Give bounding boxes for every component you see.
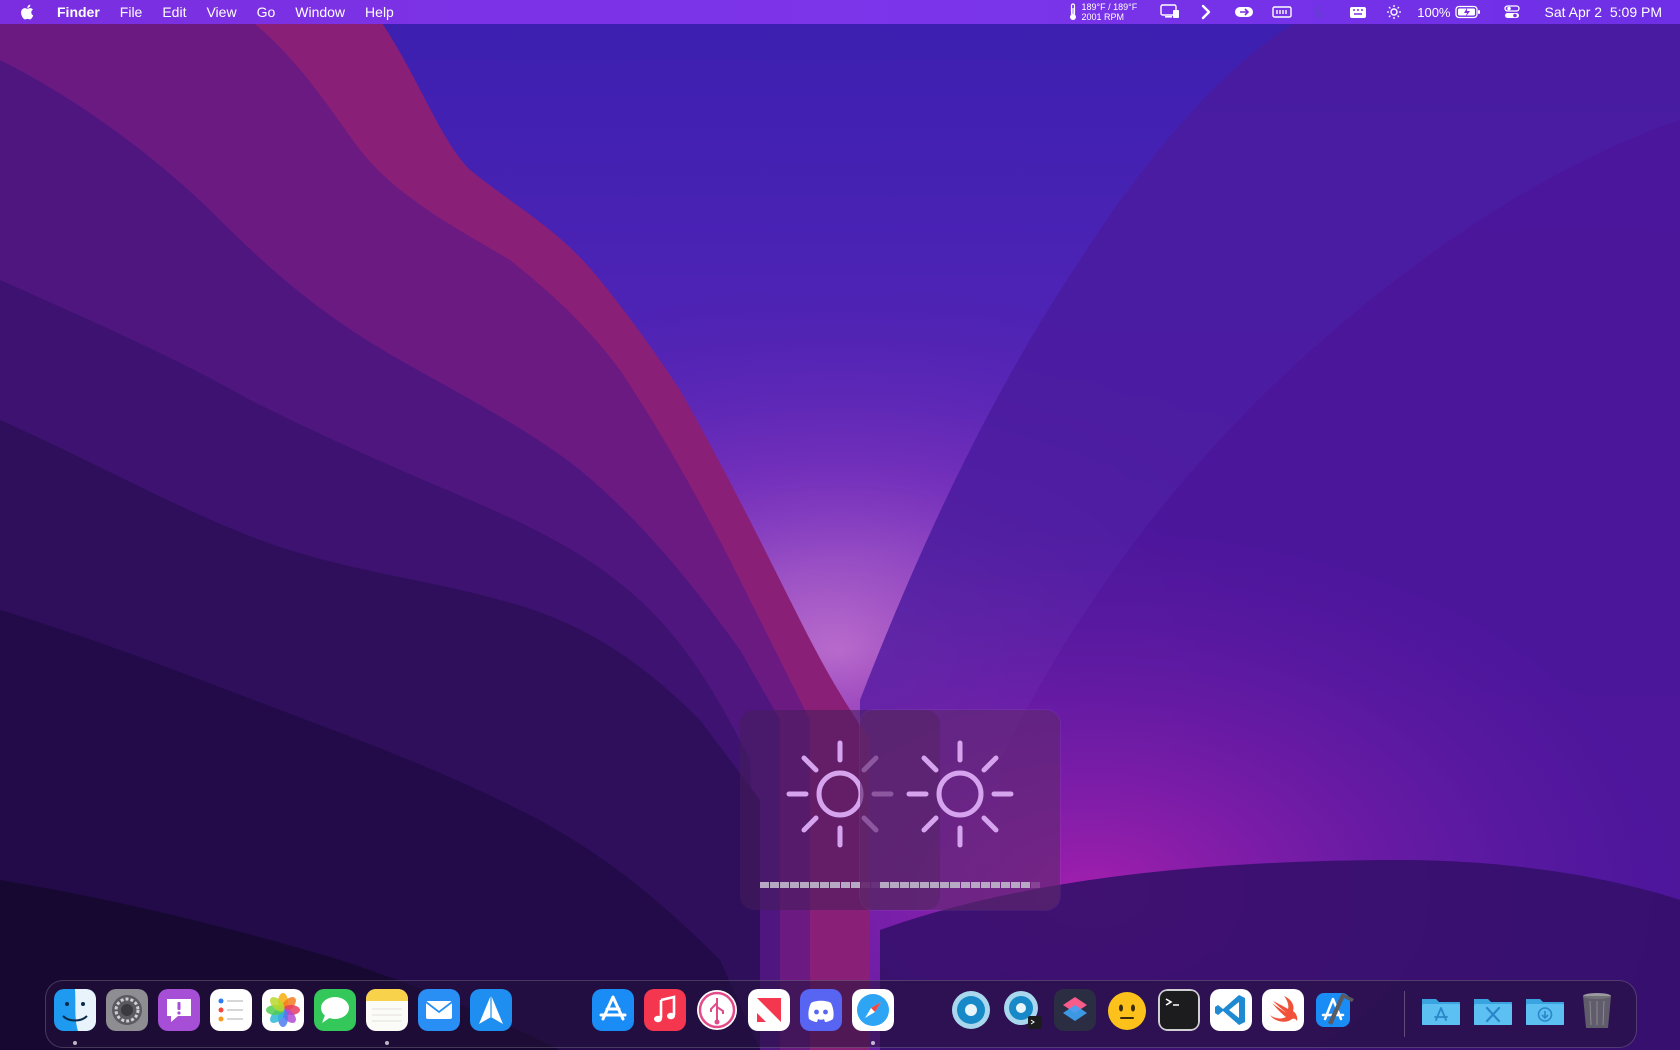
brightness-segment (790, 882, 800, 888)
keyboard-icon[interactable] (1347, 0, 1369, 24)
menu-window[interactable]: Window (285, 0, 355, 24)
mail-icon[interactable] (418, 989, 460, 1031)
brightness-segment (970, 882, 980, 888)
dock (45, 980, 1637, 1048)
app-menu-finder[interactable]: Finder (49, 0, 110, 24)
dock-separator (1404, 991, 1405, 1037)
emoji-face-icon[interactable] (1106, 989, 1148, 1031)
menu-help[interactable]: Help (355, 0, 404, 24)
brightness-segment (830, 882, 840, 888)
settings-gear-icon[interactable] (106, 989, 148, 1031)
display-icon[interactable] (1159, 0, 1181, 24)
feedback-icon[interactable] (158, 989, 200, 1031)
running-indicator (385, 1041, 389, 1045)
applications-folder-icon[interactable] (1420, 989, 1462, 1031)
running-indicator (73, 1041, 77, 1045)
menu-edit[interactable]: Edit (152, 0, 196, 24)
chevron-right-icon[interactable] (1197, 0, 1215, 24)
brightness-hud (860, 710, 1060, 910)
reminders-icon[interactable] (210, 989, 252, 1031)
discord-icon[interactable] (800, 989, 842, 1031)
clock-date: Sat Apr 2 (1544, 4, 1603, 20)
sun-icon (906, 740, 1014, 848)
fan-speed-text: 2001 RPM (1081, 12, 1125, 22)
notes-icon[interactable] (366, 989, 408, 1031)
paper-plane-icon[interactable] (470, 989, 512, 1031)
finder-icon[interactable] (54, 989, 96, 1031)
brightness-segment (960, 882, 970, 888)
music-icon[interactable] (644, 989, 686, 1031)
brightness-segment (940, 882, 950, 888)
brightness-segment (780, 882, 790, 888)
downloads-folder-icon[interactable] (1524, 989, 1566, 1031)
messages-icon[interactable] (314, 989, 356, 1031)
battery-icon[interactable] (1454, 0, 1482, 24)
temperature-widget[interactable]: 189°F / 189°F 2001 RPM (1068, 2, 1138, 22)
brightness-segment (980, 882, 990, 888)
running-indicator (871, 1041, 875, 1045)
brightness-segment (840, 882, 850, 888)
brightness-segment (910, 882, 920, 888)
brightness-segment (1020, 882, 1030, 888)
brightness-segment (890, 882, 900, 888)
brightness-segment (1000, 882, 1010, 888)
brightness-segment (900, 882, 910, 888)
control-center-icon[interactable] (1502, 0, 1522, 24)
compass-icon[interactable] (852, 989, 894, 1031)
vscode-icon[interactable] (1210, 989, 1252, 1031)
disk-console-icon[interactable] (1002, 989, 1044, 1031)
terminal-icon[interactable] (1158, 989, 1200, 1031)
photos-icon[interactable] (262, 989, 304, 1031)
disk-icon[interactable] (950, 989, 992, 1031)
thermometer-icon (1069, 3, 1076, 20)
menu-bar: Finder File Edit View Go Window Help 189… (0, 0, 1680, 24)
brightness-segment (850, 882, 860, 888)
cloud-sync-icon[interactable] (1233, 0, 1255, 24)
brightness-segment (930, 882, 940, 888)
brightness-segment (990, 882, 1000, 888)
trash-icon[interactable] (1576, 989, 1618, 1031)
moon-icon[interactable] (1309, 0, 1331, 24)
brightness-segment (820, 882, 830, 888)
brightness-segment (760, 882, 770, 888)
temperature-text: 189°F / 189°F (1081, 2, 1138, 12)
app-store-icon[interactable] (592, 989, 634, 1031)
menu-view[interactable]: View (196, 0, 246, 24)
brightness-level-bar (880, 882, 1040, 888)
apple-menu-icon[interactable] (20, 4, 34, 20)
brightness-segment (800, 882, 810, 888)
xcode-hammer-icon[interactable] (1314, 989, 1356, 1031)
news-icon[interactable] (748, 989, 790, 1031)
brightness-icon[interactable] (1383, 0, 1405, 24)
memory-icon[interactable] (1271, 0, 1293, 24)
menu-go[interactable]: Go (247, 0, 286, 24)
swift-icon[interactable] (1262, 989, 1304, 1031)
brightness-segment (770, 882, 780, 888)
utilities-folder-icon[interactable] (1472, 989, 1514, 1031)
shortcuts-icon[interactable] (1054, 989, 1096, 1031)
brightness-segment (810, 882, 820, 888)
brightness-segment (920, 882, 930, 888)
brightness-segment (1010, 882, 1020, 888)
brightness-segment (950, 882, 960, 888)
clock-time: 5:09 PM (1609, 4, 1662, 20)
usb-icon[interactable] (696, 989, 738, 1031)
battery-percent[interactable]: 100% (1417, 5, 1450, 20)
menu-file[interactable]: File (110, 0, 153, 24)
brightness-segment (1030, 882, 1040, 888)
brightness-segment (880, 882, 890, 888)
menu-clock[interactable]: Sat Apr 2 5:09 PM (1544, 4, 1662, 20)
status-tray: 189°F / 189°F 2001 RPM 100% Sat Apr 2 5:… (1068, 0, 1680, 24)
